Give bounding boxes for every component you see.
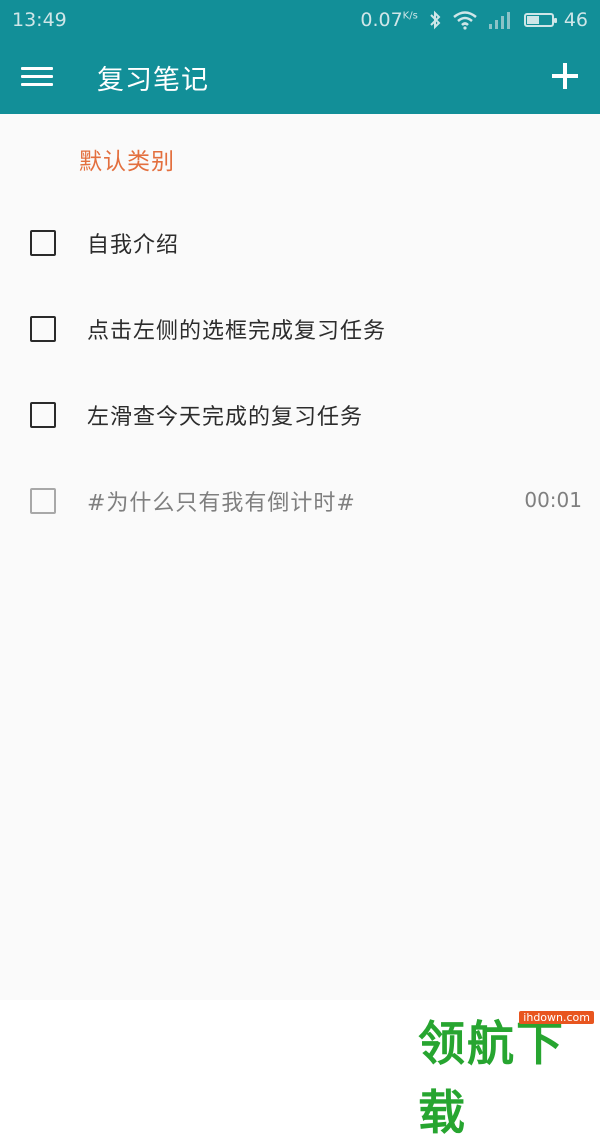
task-checkbox[interactable]	[30, 230, 56, 256]
app-bar: 复习笔记	[0, 40, 600, 114]
task-row[interactable]: #为什么只有我有倒计时# 00:01	[0, 458, 600, 544]
page-title: 复习笔记	[97, 65, 209, 96]
task-text: 左滑查今天完成的复习任务	[87, 405, 364, 430]
status-bar: 13:49 0.07K/s 46	[0, 0, 600, 40]
task-checkbox[interactable]	[30, 316, 56, 342]
battery-icon	[523, 13, 557, 27]
task-text: 点击左侧的选框完成复习任务	[87, 319, 387, 344]
task-row[interactable]: 左滑查今天完成的复习任务	[0, 372, 600, 458]
category-header: 默认类别	[79, 149, 175, 175]
countdown-timer: 00:01	[524, 488, 582, 512]
note-list: 默认类别 自我介绍 点击左侧的选框完成复习任务 左滑查今天完成的复习任务 #为什…	[0, 114, 600, 1000]
task-text: #为什么只有我有倒计时#	[87, 491, 356, 516]
task-row[interactable]: 点击左侧的选框完成复习任务	[0, 286, 600, 372]
watermark-logo: 领航下载 ihdown.com	[418, 1005, 598, 1141]
network-speed-unit: K/s	[402, 10, 418, 22]
task-checkbox[interactable]	[30, 402, 56, 428]
task-checkbox[interactable]	[30, 488, 56, 514]
status-icons: 0.07K/s 46	[360, 9, 588, 31]
task-row[interactable]: 自我介绍	[0, 200, 600, 286]
battery-level: 46	[563, 9, 588, 31]
signal-icon	[488, 12, 510, 29]
watermark-url: ihdown.com	[519, 1011, 594, 1024]
network-speed: 0.07K/s	[360, 9, 418, 31]
bluetooth-icon	[430, 10, 441, 30]
menu-icon[interactable]	[21, 65, 53, 89]
watermark-text: 领航下载	[418, 1017, 565, 1141]
task-text: 自我介绍	[87, 233, 180, 258]
status-time: 13:49	[12, 9, 67, 31]
wifi-icon	[453, 11, 477, 30]
add-note-button[interactable]	[552, 63, 578, 89]
